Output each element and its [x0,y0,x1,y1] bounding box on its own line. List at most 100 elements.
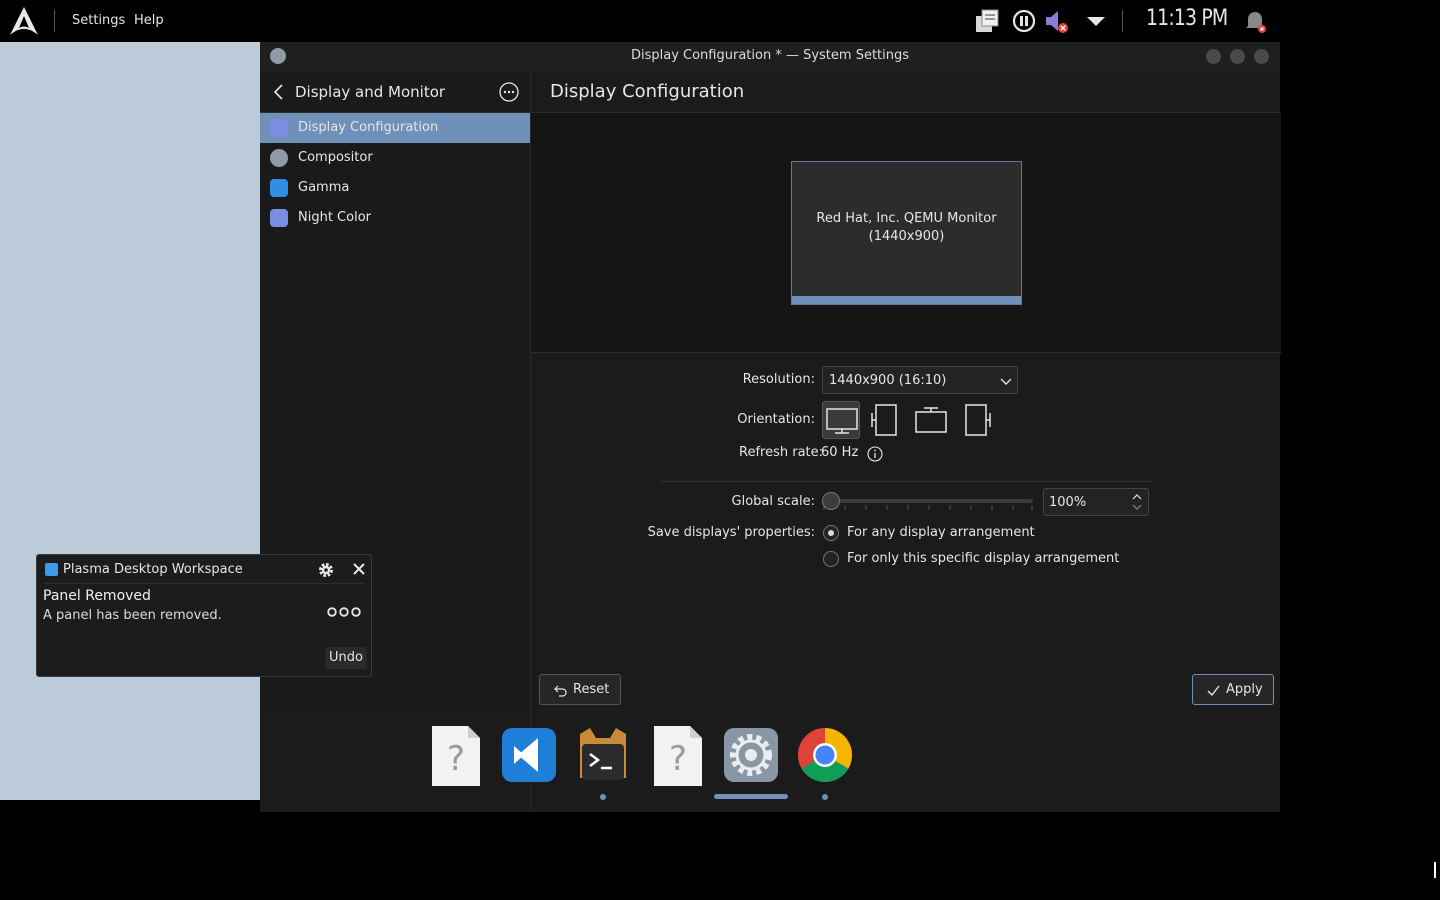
sidebar-item-night-color[interactable]: Night Color [260,203,530,233]
unknown-file-icon[interactable]: ? [428,726,486,786]
night-color-icon [270,209,288,227]
slider-ticks [823,505,1033,510]
running-indicator [600,794,606,800]
global-scale-label: Global scale: [731,494,815,509]
display-icon [270,119,288,137]
panel-separator [54,10,55,32]
page-title: Display Configuration [550,81,745,102]
reset-label: Reset [573,682,610,697]
undo-button[interactable]: Undo [325,647,367,669]
notification-app-name: Plasma Desktop Workspace [63,562,243,577]
vscode-icon[interactable] [500,726,558,786]
monitor-tile[interactable]: Red Hat, Inc. QEMU Monitor (1440x900) [791,161,1022,305]
desktop-wallpaper[interactable] [0,42,260,800]
sidebar-title: Display and Monitor [295,83,446,101]
orientation-label: Orientation: [737,412,815,427]
more-dots-icon[interactable] [327,605,361,619]
window-title: Display Configuration * — System Setting… [630,48,910,63]
notification-divider [43,583,365,584]
resolution-value: 1440x900 (16:10) [829,373,947,388]
volume-muted-icon[interactable] [1042,6,1072,36]
gear-icon[interactable] [317,561,335,579]
sidebar-item-gamma[interactable]: Gamma [260,173,530,203]
menu-settings[interactable]: Settings [72,13,125,28]
sidebar-item-label: Gamma [298,180,350,195]
svg-text:?: ? [669,739,687,779]
notifications-icon[interactable] [1240,6,1270,36]
running-indicator [822,794,828,800]
minimize-button[interactable] [1206,49,1221,64]
monitor-layout-area: Red Hat, Inc. QEMU Monitor (1440x900) [531,113,1281,353]
global-scale-slider[interactable] [823,499,1033,503]
clock[interactable]: 11:13 PM [1146,6,1228,31]
orientation-inverted-button[interactable] [912,401,950,439]
close-icon[interactable] [351,561,367,577]
save-properties-label: Save displays' properties: [647,525,815,540]
undo-arrow-icon [554,685,567,697]
monitor-name: Red Hat, Inc. QEMU Monitor [816,211,997,226]
system-settings-window: Display Configuration * — System Setting… [260,42,1281,812]
monitor-inverted-icon [915,407,947,433]
close-button[interactable] [1254,49,1269,64]
radio-specific-arrangement[interactable] [823,551,839,567]
clipboard-icon[interactable] [972,6,1002,36]
sidebar-item-label: Compositor [298,150,373,165]
system-settings-icon[interactable] [722,726,780,786]
reset-button[interactable]: Reset [539,674,621,705]
back-icon[interactable] [272,83,286,101]
notification-title: Panel Removed [43,588,151,604]
compositor-icon [270,149,288,167]
undo-label: Undo [329,650,363,665]
svg-text:?: ? [447,739,465,779]
content-pane: Display Configuration Red Hat, Inc. QEMU… [530,71,1281,812]
arch-logo-icon[interactable] [8,6,40,36]
plasma-app-icon [45,563,58,576]
global-scale-value: 100% [1049,495,1087,510]
refresh-rate-label: Refresh rate: [739,445,824,460]
sidebar-item-label: Night Color [298,210,371,225]
notification-popup[interactable]: Plasma Desktop Workspace Panel Removed A… [36,554,372,677]
content-header: Display Configuration [531,71,1281,113]
info-icon[interactable] [867,446,883,462]
monitor-rotate-left-icon [871,404,897,436]
apply-label: Apply [1226,682,1263,697]
notification-body: A panel has been removed. [43,608,222,623]
menu-help[interactable]: Help [134,13,164,28]
top-panel: Settings Help 11:13 PM [0,0,1440,42]
maximize-button[interactable] [1230,49,1245,64]
monitor-rotate-right-icon [965,404,991,436]
orientation-left-button[interactable] [867,401,905,439]
more-options-icon[interactable] [498,81,520,103]
resolution-label: Resolution: [742,372,815,387]
monitor-selected-bar [792,296,1021,304]
radio-specific-arrangement-label[interactable]: For only this specific display arrangeme… [847,551,1119,566]
global-scale-spinbox[interactable]: 100% [1043,488,1149,516]
orientation-right-button[interactable] [957,401,995,439]
radio-any-arrangement[interactable] [823,525,839,541]
chevron-down-icon [1000,378,1012,385]
media-pause-icon[interactable] [1009,6,1039,36]
orientation-landscape-button[interactable] [822,401,860,439]
slider-handle[interactable] [822,492,840,510]
checkmark-icon [1207,685,1220,697]
spin-arrows-icon[interactable] [1130,491,1144,513]
sidebar-item-display-configuration[interactable]: Display Configuration [260,113,530,143]
sidebar-item-compositor[interactable]: Compositor [260,143,530,173]
section-divider [661,481,1151,482]
monitor-landscape-icon [826,408,858,434]
chrome-icon[interactable] [796,726,854,786]
expand-tray-icon[interactable] [1081,6,1111,36]
dock: ? ? [418,716,866,804]
monitor-label: Red Hat, Inc. QEMU Monitor (1440x900) [792,210,1021,246]
sidebar-header: Display and Monitor [260,71,530,113]
unknown-file-icon[interactable]: ? [650,726,708,786]
active-app-indicator [714,794,788,799]
sidebar-item-label: Display Configuration [298,120,439,135]
gamma-icon [270,179,288,197]
apply-button[interactable]: Apply [1192,674,1274,705]
resolution-dropdown[interactable]: 1440x900 (16:10) [822,366,1018,394]
radio-any-arrangement-label[interactable]: For any display arrangement [847,525,1035,540]
window-titlebar[interactable]: Display Configuration * — System Setting… [260,42,1280,71]
terminal-icon[interactable] [574,726,632,786]
mouse-cursor-icon [1434,862,1436,878]
